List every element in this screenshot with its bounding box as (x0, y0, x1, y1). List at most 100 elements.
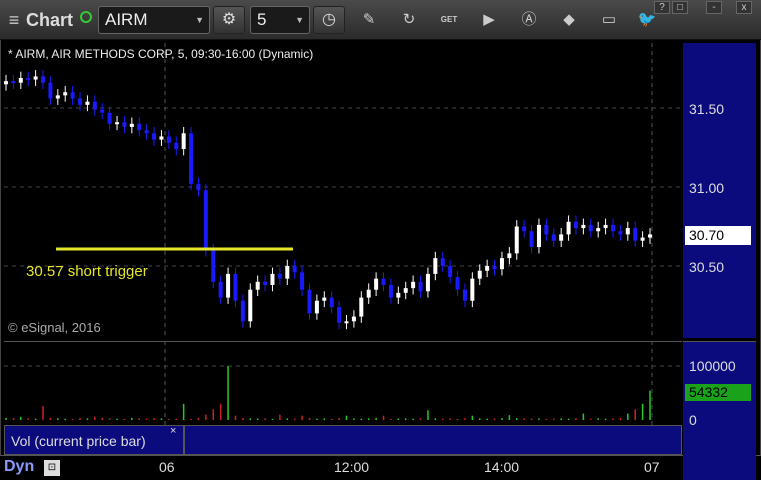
candle-body (403, 288, 408, 293)
candle-body (485, 266, 490, 271)
mode-label[interactable]: Dyn (4, 458, 34, 476)
candle-body (470, 278, 475, 301)
candle-body (270, 273, 275, 285)
candle-body (499, 258, 504, 270)
chart-title: * AIRM, AIR METHODS CORP, 5, 09:30-16:00… (8, 47, 314, 61)
candle-body (603, 224, 608, 229)
candle-body (181, 133, 186, 150)
candle-body (559, 234, 564, 241)
candle-body (129, 123, 134, 127)
candle-body (411, 281, 416, 289)
candle-body (285, 266, 290, 279)
candle-body (322, 297, 327, 301)
candle-body (137, 123, 142, 131)
trigger-annotation: 30.57 short trigger (26, 263, 148, 280)
candle-body (425, 273, 430, 292)
candle-body (455, 277, 460, 290)
candle-body (359, 297, 364, 317)
candle-body (573, 221, 578, 229)
candle-body (596, 228, 601, 232)
time-tick-label: 06 (159, 459, 175, 475)
candle-body (203, 190, 208, 251)
candle-body (263, 281, 268, 285)
candle-body (48, 82, 53, 99)
candle-body (300, 272, 305, 290)
candle-body (189, 133, 194, 184)
time-tick-label: 07 (644, 459, 660, 475)
candle-body (433, 258, 438, 274)
candle-body (610, 224, 615, 232)
candle-body (92, 101, 97, 110)
candle-body (581, 224, 586, 229)
candle-body (477, 270, 482, 279)
candle-body (462, 289, 467, 301)
candle-body (314, 300, 319, 314)
candle-body (41, 76, 46, 83)
candle-body (344, 321, 349, 324)
candle-body (492, 266, 497, 270)
candle-body (26, 77, 31, 80)
candle-body (33, 76, 38, 80)
candle-body (226, 273, 231, 298)
lock-icon[interactable]: ⊡ (44, 460, 60, 476)
candle-body (374, 278, 379, 290)
candle-body (366, 289, 371, 298)
candle-body (211, 250, 216, 282)
candle-body (507, 253, 512, 259)
candle-body (70, 92, 75, 99)
candle-body (396, 292, 401, 298)
candle-body (529, 231, 534, 248)
time-tick-label: 14:00 (484, 459, 520, 475)
candle-body (233, 273, 238, 301)
candle-body (551, 234, 556, 241)
candle-body (78, 98, 83, 105)
candle-body (152, 133, 157, 140)
candle-body (625, 228, 630, 235)
candle-body (115, 122, 120, 125)
candle-body (248, 289, 253, 322)
close-icon[interactable]: × (170, 425, 176, 437)
watermark: © eSignal, 2016 (8, 320, 101, 335)
candle-body (55, 95, 60, 99)
candle-body (388, 284, 393, 298)
volume-title: Vol (current price bar) (11, 433, 146, 449)
candle-body (196, 183, 201, 191)
candle-body (640, 237, 645, 241)
candle-body (448, 266, 453, 278)
candle-body (307, 289, 312, 314)
candle-body (292, 266, 297, 273)
candle-body (100, 109, 105, 113)
candle-body (566, 221, 571, 235)
candle-body (107, 112, 112, 124)
candle-body (63, 92, 68, 96)
candle-body (18, 77, 23, 83)
candle-body (174, 142, 179, 150)
candle-body (218, 281, 223, 298)
time-tick-label: 12:00 (334, 459, 370, 475)
candle-body (522, 226, 527, 232)
candle-body (588, 224, 593, 232)
time-axis[interactable]: Dyn ⊡ 06 12:00 14:00 07 (0, 455, 761, 480)
candle-body (4, 81, 8, 85)
volume-legend-bar (184, 425, 682, 455)
candle-body (536, 224, 541, 248)
candle-body (351, 316, 356, 322)
candle-body (381, 278, 386, 285)
candle-body (514, 226, 519, 254)
candle-body (329, 297, 334, 308)
chart-canvas (4, 43, 682, 425)
candle-body (544, 224, 549, 235)
candle-body (166, 136, 171, 143)
volume-legend[interactable]: Vol (current price bar) (4, 425, 184, 455)
candle-body (337, 307, 342, 323)
candle-body (277, 273, 282, 279)
candle-body (633, 228, 638, 241)
candle-body (418, 281, 423, 292)
candle-body (648, 234, 652, 238)
candle-body (159, 136, 164, 140)
candle-body (144, 130, 149, 134)
candle-body (255, 281, 260, 290)
candle-body (11, 81, 16, 84)
candle-body (240, 300, 245, 322)
axis-corner (683, 455, 756, 480)
